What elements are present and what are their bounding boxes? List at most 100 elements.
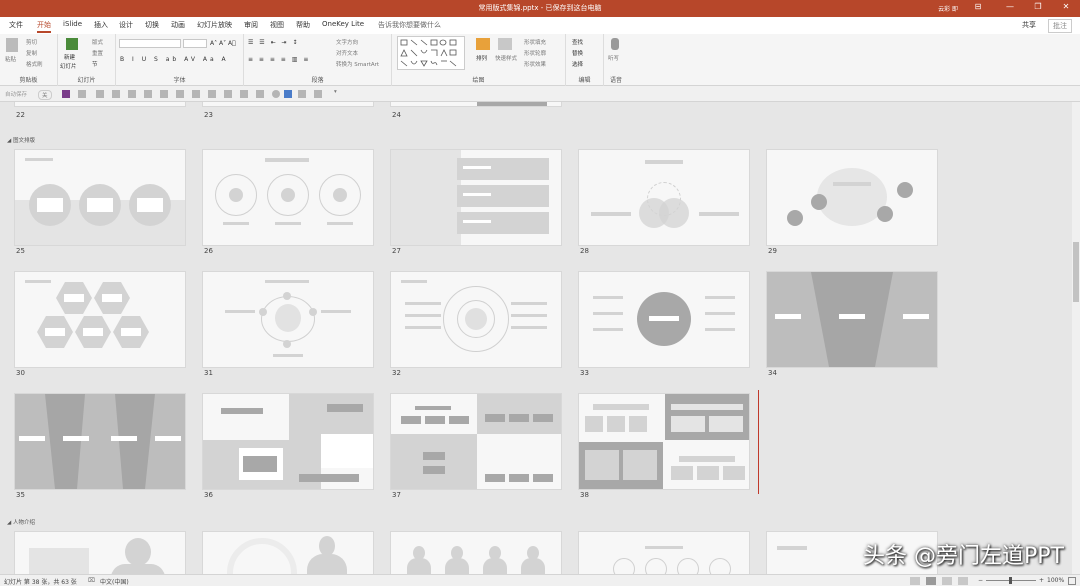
section-header[interactable]: ◢ 图文排版 bbox=[7, 136, 35, 144]
slide-thumbnail[interactable] bbox=[203, 532, 373, 574]
align-middle-icon[interactable] bbox=[192, 90, 200, 98]
group-icon[interactable] bbox=[240, 90, 248, 98]
proofing-icon[interactable]: ⌧ bbox=[88, 577, 95, 584]
new-slide-icon[interactable] bbox=[66, 38, 78, 50]
slide-thumbnail[interactable] bbox=[391, 272, 561, 367]
paste-icon[interactable] bbox=[6, 38, 18, 52]
tab-slideshow[interactable]: 幻灯片放映 bbox=[197, 20, 232, 30]
reset-button[interactable]: 重置 bbox=[92, 49, 103, 57]
section-header[interactable]: ◢ 人物介绍 bbox=[7, 518, 35, 526]
save-icon[interactable] bbox=[62, 90, 70, 98]
ribbon-display-icon[interactable]: ⊟ bbox=[970, 2, 986, 11]
paste-button[interactable]: 粘贴 bbox=[5, 55, 16, 63]
ungroup-icon[interactable] bbox=[256, 90, 264, 98]
slide-thumbnail[interactable] bbox=[203, 102, 373, 106]
slide-sorter-view-icon[interactable] bbox=[926, 577, 936, 585]
shapes-gallery[interactable] bbox=[397, 36, 465, 70]
shape-outline-button[interactable]: 形状轮廓 bbox=[524, 49, 546, 57]
zoom-slider-handle[interactable] bbox=[1009, 577, 1012, 584]
slide-thumbnail[interactable] bbox=[767, 150, 937, 245]
layout-button[interactable]: 版式 bbox=[92, 38, 103, 46]
customize-qat-icon[interactable]: ▾ bbox=[334, 89, 337, 95]
slideshow-view-icon[interactable] bbox=[958, 577, 968, 585]
format-painter-button[interactable]: 格式刷 bbox=[26, 60, 43, 68]
smartart-button[interactable]: 转换为 SmartArt bbox=[336, 60, 379, 68]
slide-thumbnail[interactable] bbox=[579, 532, 749, 574]
fit-to-window-icon[interactable] bbox=[1068, 577, 1076, 585]
tell-me-search[interactable]: 告诉我你想要做什么 bbox=[378, 20, 441, 30]
merge-shapes-icon[interactable] bbox=[314, 90, 322, 98]
align-center-icon[interactable] bbox=[144, 90, 152, 98]
font-size-controls[interactable]: A˄ A˅ A⃠ bbox=[210, 40, 236, 47]
slide-thumbnail[interactable] bbox=[579, 394, 749, 489]
align-text-button[interactable]: 对齐文本 bbox=[336, 49, 358, 57]
replace-button[interactable]: 替换 bbox=[572, 49, 583, 57]
normal-view-icon[interactable] bbox=[910, 577, 920, 585]
slide-thumbnail[interactable] bbox=[203, 272, 373, 367]
slide-thumbnail[interactable] bbox=[15, 394, 185, 489]
tab-transitions[interactable]: 切换 bbox=[145, 20, 159, 30]
slide-thumbnail[interactable] bbox=[391, 532, 561, 574]
arrange-button[interactable]: 排列 bbox=[476, 54, 487, 62]
slide-thumbnail[interactable] bbox=[15, 272, 185, 367]
find-button[interactable]: 查找 bbox=[572, 38, 583, 46]
font-format-buttons[interactable]: B I U S ab AV Aa A bbox=[120, 56, 229, 63]
slide-thumbnail[interactable] bbox=[579, 150, 749, 245]
autosave-toggle[interactable]: 关 bbox=[38, 90, 52, 100]
align-left-icon[interactable] bbox=[128, 90, 136, 98]
share-button[interactable]: 共享 bbox=[1022, 20, 1036, 30]
slide-thumbnail[interactable] bbox=[391, 102, 561, 106]
slide-thumbnail[interactable] bbox=[15, 532, 185, 574]
shape-icon[interactable] bbox=[272, 90, 280, 98]
minimize-button[interactable]: — bbox=[1002, 2, 1018, 11]
slide-thumbnail[interactable] bbox=[391, 150, 561, 245]
slide-thumbnail[interactable] bbox=[767, 272, 937, 367]
microphone-icon[interactable] bbox=[611, 38, 619, 50]
quick-styles-button[interactable]: 快速样式 bbox=[495, 54, 517, 62]
distribute-icon[interactable] bbox=[224, 90, 232, 98]
tab-insert[interactable]: 插入 bbox=[94, 20, 108, 30]
slide-thumbnail[interactable] bbox=[203, 394, 373, 489]
undo-icon[interactable] bbox=[78, 90, 86, 98]
list-buttons[interactable]: ☰ ☰ ⇤ ⇥ ↕ bbox=[248, 39, 299, 46]
dictate-button[interactable]: 听写 bbox=[608, 54, 619, 62]
zoom-out-icon[interactable]: − bbox=[978, 577, 983, 584]
zoom-level[interactable]: 100% bbox=[1047, 577, 1064, 584]
slide-thumbnail[interactable] bbox=[203, 150, 373, 245]
section-button[interactable]: 节 bbox=[92, 60, 98, 68]
font-name-input[interactable] bbox=[119, 39, 181, 48]
comments-button[interactable]: 批注 bbox=[1048, 19, 1072, 33]
slide-thumbnail[interactable] bbox=[15, 102, 185, 106]
tab-view[interactable]: 视图 bbox=[270, 20, 284, 30]
scrollbar-thumb[interactable] bbox=[1073, 242, 1079, 302]
tab-file[interactable]: 文件 bbox=[9, 20, 23, 30]
cut-button[interactable]: 剪切 bbox=[26, 38, 37, 46]
redo-icon[interactable] bbox=[96, 90, 104, 98]
arrange-icon[interactable] bbox=[476, 38, 490, 50]
new-slide-button[interactable]: 新建 bbox=[64, 53, 75, 61]
align-right-icon[interactable] bbox=[160, 90, 168, 98]
align-buttons[interactable]: ≡ ≡ ≡ ≡ ▥ ≡ bbox=[248, 56, 310, 63]
font-size-input[interactable] bbox=[183, 39, 207, 48]
tab-help[interactable]: 帮助 bbox=[296, 20, 310, 30]
slide-thumbnail[interactable] bbox=[15, 150, 185, 245]
language-status[interactable]: 中文(中国) bbox=[100, 577, 129, 586]
select-button[interactable]: 选择 bbox=[572, 60, 583, 68]
close-button[interactable]: ✕ bbox=[1058, 2, 1074, 11]
align-bottom-icon[interactable] bbox=[208, 90, 216, 98]
reading-view-icon[interactable] bbox=[942, 577, 952, 585]
textbox-icon[interactable] bbox=[298, 90, 306, 98]
shape-effects-button[interactable]: 形状效果 bbox=[524, 60, 546, 68]
tab-islide[interactable]: iSlide bbox=[63, 20, 82, 28]
picture-icon[interactable] bbox=[284, 90, 292, 98]
slide-thumbnail[interactable] bbox=[579, 272, 749, 367]
zoom-in-icon[interactable]: + bbox=[1039, 577, 1044, 584]
slideshow-icon[interactable] bbox=[112, 90, 120, 98]
tab-home[interactable]: 开始 bbox=[37, 20, 51, 33]
user-name[interactable]: 云彩 即 bbox=[938, 4, 958, 13]
tab-onekey[interactable]: OneKey Lite bbox=[322, 20, 364, 28]
vertical-scrollbar[interactable] bbox=[1072, 102, 1080, 574]
restore-button[interactable]: ❐ bbox=[1030, 2, 1046, 11]
align-top-icon[interactable] bbox=[176, 90, 184, 98]
shape-fill-button[interactable]: 形状填充 bbox=[524, 38, 546, 46]
